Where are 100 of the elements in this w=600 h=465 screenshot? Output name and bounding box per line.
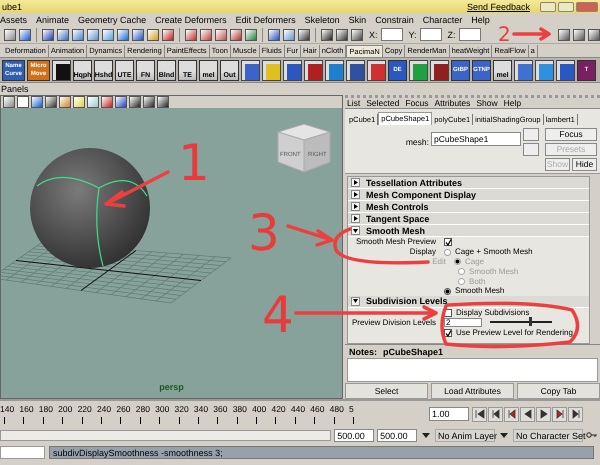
menu-item[interactable]: Create Deformers [155, 14, 227, 24]
menu-item[interactable]: Geometry Cache [78, 14, 146, 24]
range-bar-track[interactable] [0, 430, 332, 440]
shelf-tool-icon[interactable] [535, 60, 554, 80]
dropdown-arrow-icon[interactable] [500, 432, 508, 438]
expand-icon[interactable] [351, 190, 360, 199]
shelf-tool-icon[interactable] [556, 60, 575, 80]
character-set-dropdown[interactable]: No Character Set [513, 428, 584, 442]
expand-icon[interactable] [351, 178, 360, 187]
menu-item[interactable]: Selected [366, 98, 400, 108]
shelf-tool-icon[interactable] [514, 60, 533, 80]
number-field[interactable]: 2 [444, 318, 482, 327]
section-header[interactable]: Tessellation Attributes [348, 177, 589, 189]
menu-item[interactable]: Skin [348, 14, 366, 24]
shelf-tool-icon[interactable] [283, 60, 302, 80]
tool-icon[interactable] [87, 96, 99, 108]
y-field[interactable] [420, 28, 442, 41]
notes-field[interactable] [347, 358, 598, 382]
editor-button[interactable]: Copy Tab [517, 383, 600, 399]
tool-icon[interactable] [87, 28, 99, 40]
shelf-tool-icon[interactable] [325, 60, 344, 80]
z-field[interactable] [458, 28, 481, 41]
tool-icon[interactable] [115, 96, 127, 108]
tool-icon[interactable] [143, 96, 155, 108]
panels-menu[interactable]: Panels [0, 83, 600, 95]
command-input-field[interactable] [0, 446, 45, 459]
tool-icon[interactable] [351, 28, 363, 40]
menu-item[interactable]: Skeleton [304, 14, 340, 24]
tool-icon[interactable] [185, 28, 197, 40]
tool-icon[interactable] [283, 28, 295, 40]
tool-icon[interactable] [588, 28, 600, 40]
tool-icon[interactable] [4, 28, 16, 40]
tool-icon[interactable] [157, 96, 169, 108]
tool-icon[interactable] [162, 28, 174, 40]
go-to-start-icon[interactable] [474, 409, 484, 419]
tool-icon[interactable] [336, 28, 348, 40]
shelf-tool-icon[interactable] [304, 60, 323, 80]
menu-item[interactable]: Help [504, 98, 522, 108]
tool-icon[interactable] [132, 28, 144, 40]
tool-icon[interactable] [73, 96, 85, 108]
tool-icon[interactable] [101, 96, 113, 108]
editor-button[interactable]: Load Attributes [431, 383, 514, 399]
shelf-tool-icon[interactable] [262, 60, 281, 80]
tool-icon[interactable] [102, 28, 114, 40]
expand-icon[interactable] [351, 202, 360, 211]
tool-icon[interactable] [72, 28, 84, 40]
tool-icon[interactable] [117, 28, 129, 40]
checkbox[interactable] [444, 238, 452, 246]
key-icon[interactable] [586, 431, 598, 439]
checkbox[interactable] [444, 328, 452, 337]
play-backward-icon[interactable] [522, 409, 532, 419]
section-header[interactable]: Tangent Space [348, 213, 589, 225]
play-forward-icon[interactable] [538, 409, 548, 419]
tool-icon[interactable] [31, 96, 43, 108]
tool-icon[interactable] [298, 28, 310, 40]
section-header[interactable]: Smooth Mesh [348, 225, 589, 237]
editor-button[interactable]: Hide [572, 158, 597, 171]
step-back-frame-icon[interactable] [506, 409, 516, 419]
end-frame-field[interactable]: 500.00 [377, 428, 418, 442]
tool-icon[interactable] [45, 96, 57, 108]
shelf-tool-icon[interactable] [52, 60, 71, 80]
tool-icon[interactable] [19, 28, 31, 40]
x-field[interactable] [380, 28, 403, 41]
minimize-button[interactable] [540, 2, 556, 12]
load-node-icon[interactable] [523, 128, 539, 141]
send-feedback-link[interactable]: Send Feedback [466, 2, 530, 12]
editor-button[interactable]: Select [345, 383, 428, 399]
dropdown-arrow-icon[interactable] [422, 432, 430, 438]
shelf-tool-icon[interactable] [367, 60, 386, 80]
collapse-icon[interactable] [351, 226, 360, 235]
node-name-field[interactable]: pCubeShape1 [431, 132, 521, 146]
tool-icon[interactable] [129, 96, 141, 108]
tool-icon[interactable] [558, 28, 570, 40]
menu-item[interactable]: Animate [36, 14, 70, 24]
radio-button[interactable] [444, 248, 451, 256]
tool-icon[interactable] [215, 28, 227, 40]
tool-icon[interactable] [59, 96, 71, 108]
menu-item[interactable]: Focus [405, 98, 428, 108]
menu-item[interactable]: Character [422, 14, 462, 24]
tool-icon[interactable] [268, 28, 280, 40]
close-button[interactable] [576, 2, 598, 12]
step-forward-key-icon[interactable] [570, 409, 580, 419]
collapse-icon[interactable] [351, 296, 360, 306]
tool-icon[interactable] [57, 28, 69, 40]
tool-icon[interactable] [321, 28, 333, 40]
tool-icon[interactable] [245, 28, 257, 40]
tool-icon[interactable] [230, 28, 242, 40]
menu-item[interactable]: Attributes [434, 98, 470, 108]
slider-thumb[interactable] [529, 317, 532, 326]
menu-item[interactable]: Constrain [375, 14, 414, 24]
shelf-tool-icon[interactable] [409, 60, 428, 80]
menu-item[interactable]: List [347, 98, 360, 108]
shelf-tool-icon[interactable] [346, 60, 365, 80]
shelf-tool-icon[interactable] [430, 60, 449, 80]
section-header[interactable]: Mesh Controls [348, 201, 589, 213]
shelf-tool-icon[interactable] [241, 60, 260, 80]
menu-item[interactable]: Assets [0, 14, 28, 24]
step-forward-frame-icon[interactable] [554, 409, 564, 419]
start-frame-field[interactable]: 500.00 [334, 428, 374, 442]
menu-item[interactable]: Show [476, 98, 498, 108]
